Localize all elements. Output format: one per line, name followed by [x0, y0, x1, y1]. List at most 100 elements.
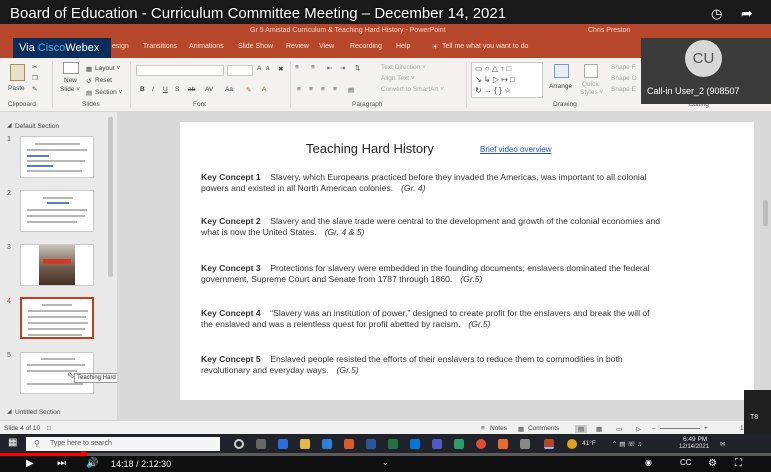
- reading-view-icon[interactable]: ▭: [616, 425, 622, 433]
- task-view-icon[interactable]: [256, 439, 266, 449]
- chapters-chevron-icon[interactable]: ⌄: [382, 458, 389, 467]
- volume-icon[interactable]: 🔊: [86, 458, 98, 469]
- shadow-icon[interactable]: S: [175, 86, 179, 93]
- reset-button[interactable]: Reset: [95, 77, 112, 84]
- font-color-icon[interactable]: A: [262, 86, 266, 93]
- underline-icon[interactable]: U: [163, 86, 168, 93]
- shrink-font-icon[interactable]: a: [266, 65, 270, 72]
- key-concept-4[interactable]: Key Concept 4 “Slavery was an institutio…: [201, 308, 661, 330]
- tab-animations[interactable]: Animations: [189, 43, 224, 50]
- video-player[interactable]: Gr 5 Amistad Curriculum & Teaching Hard …: [0, 0, 771, 472]
- font-family-select[interactable]: [136, 65, 224, 76]
- share-icon[interactable]: ➦: [741, 5, 753, 22]
- taskbar-search[interactable]: ⚲ Type here to search: [26, 437, 220, 451]
- key-concept-2[interactable]: Key Concept 2 Slavery and the slave trad…: [201, 216, 661, 238]
- shape-effects-button[interactable]: Shape E: [611, 86, 636, 93]
- key-concept-1[interactable]: Key Concept 1 Slavery, which Europeans p…: [201, 172, 661, 194]
- normal-view-icon[interactable]: ▤: [575, 425, 588, 433]
- subtitles-icon[interactable]: CC: [680, 458, 692, 467]
- decrease-indent-icon[interactable]: ⇤: [327, 64, 332, 72]
- increase-indent-icon[interactable]: ⇥: [340, 64, 345, 72]
- excel-icon[interactable]: [388, 439, 398, 449]
- quick-styles-dropdown[interactable]: Styles ˅: [580, 89, 603, 96]
- spellcheck-icon[interactable]: □: [47, 425, 51, 432]
- slide-thumbnail[interactable]: [20, 244, 94, 286]
- clock-time[interactable]: 6:49 PM: [683, 436, 707, 443]
- tab-transitions[interactable]: Transitions: [143, 43, 177, 50]
- grow-font-icon[interactable]: A: [257, 65, 261, 72]
- tab-help[interactable]: Help: [396, 43, 410, 50]
- shape-arrows-icon[interactable]: ↘ ↳ ▷ ↦ □: [475, 75, 515, 84]
- section-button[interactable]: Section ˅: [95, 89, 122, 96]
- arrange-button[interactable]: Arrange: [549, 83, 572, 90]
- convert-smartart-button[interactable]: Convert to SmartArt ˅: [381, 86, 444, 93]
- system-tray-icons[interactable]: ⌃ ▤ ☏ ♫: [612, 440, 642, 448]
- weather-temp[interactable]: 41°F: [582, 440, 596, 447]
- office-icon[interactable]: [344, 439, 354, 449]
- line-spacing-icon[interactable]: ⇅: [355, 64, 360, 72]
- thumbnail-scrollbar[interactable]: [108, 117, 113, 277]
- cut-icon[interactable]: ✂: [32, 63, 37, 71]
- next-video-icon[interactable]: ⏭: [57, 458, 66, 469]
- play-icon[interactable]: ▶: [26, 458, 34, 469]
- slideshow-icon[interactable]: ▷: [636, 425, 641, 433]
- columns-icon[interactable]: ▤: [348, 86, 354, 94]
- outlook-icon[interactable]: [410, 439, 420, 449]
- section-untitled[interactable]: Untitled Section: [15, 409, 61, 416]
- powerpoint-icon[interactable]: [544, 439, 554, 449]
- tab-design[interactable]: esign: [112, 43, 129, 50]
- shape-brackets-icon[interactable]: ↻ → { } ☆: [475, 86, 511, 95]
- clear-format-icon[interactable]: ✖: [278, 65, 283, 73]
- participant-video-tile[interactable]: CU Call-in User_2 (908507: [641, 38, 771, 104]
- bold-icon[interactable]: B: [140, 86, 145, 93]
- align-right-icon[interactable]: ≡: [321, 86, 325, 93]
- justify-icon[interactable]: ≡: [333, 86, 337, 93]
- change-case-icon[interactable]: Aa: [225, 86, 233, 93]
- quick-styles-button[interactable]: Quick: [582, 81, 599, 88]
- spacing-icon[interactable]: AV: [205, 86, 213, 93]
- mail-icon[interactable]: [322, 439, 332, 449]
- align-text-button[interactable]: Align Text ˅: [381, 75, 415, 82]
- numbering-icon[interactable]: ≡: [311, 64, 315, 71]
- notification-icon[interactable]: ✉: [720, 440, 725, 448]
- slide-thumbnail-active[interactable]: [20, 297, 94, 339]
- tell-me-search[interactable]: Tell me what you want to do: [442, 43, 528, 50]
- file-explorer-icon[interactable]: [300, 439, 310, 449]
- tab-slide-show[interactable]: Slide Show: [238, 43, 273, 50]
- align-center-icon[interactable]: ≡: [309, 86, 313, 93]
- text-direction-button[interactable]: Text Direction ˅: [381, 64, 426, 71]
- cortana-icon[interactable]: [234, 439, 244, 449]
- settings-gear-icon[interactable]: ⚙: [708, 458, 717, 469]
- slide-sorter-icon[interactable]: ▦: [596, 425, 602, 433]
- font-size-select[interactable]: [227, 65, 253, 76]
- autoplay-toggle-icon[interactable]: ◉: [645, 458, 652, 467]
- tab-review[interactable]: Review: [286, 43, 309, 50]
- video-title[interactable]: Board of Education - Curriculum Committe…: [10, 5, 506, 22]
- copy-icon[interactable]: ❐: [32, 74, 38, 82]
- app-icon[interactable]: [498, 439, 508, 449]
- shape-rectangle-icon[interactable]: ▭ ○ △ ↑ □: [475, 64, 511, 73]
- zoom-out-icon[interactable]: –: [652, 425, 656, 432]
- slide-thumbnail[interactable]: [20, 136, 94, 178]
- align-left-icon[interactable]: ≡: [297, 86, 301, 93]
- slide-4[interactable]: Teaching Hard History Brief video overvi…: [180, 122, 754, 400]
- fullscreen-icon[interactable]: ⛶: [735, 458, 742, 469]
- slide-title[interactable]: Teaching Hard History: [306, 141, 434, 156]
- zoom-in-icon[interactable]: +: [704, 425, 708, 432]
- strikethrough-icon[interactable]: ab: [188, 86, 195, 93]
- video-overview-link[interactable]: Brief video overview: [480, 145, 552, 154]
- comments-button[interactable]: Comments: [528, 425, 559, 432]
- collapse-icon[interactable]: ◢: [7, 408, 12, 415]
- shape-outline-button[interactable]: Shape O: [611, 75, 637, 82]
- clock-date[interactable]: 12/14/2021: [679, 444, 709, 450]
- app-icon[interactable]: [520, 439, 530, 449]
- italic-icon[interactable]: I: [152, 86, 154, 93]
- collapse-icon[interactable]: ◢: [7, 122, 12, 129]
- key-concept-5[interactable]: Key Concept 5 Enslaved people resisted t…: [201, 354, 661, 376]
- notes-button[interactable]: Notes: [490, 425, 507, 432]
- tab-view[interactable]: View: [319, 43, 334, 50]
- onenote-icon[interactable]: [454, 439, 464, 449]
- chrome-icon[interactable]: [476, 439, 486, 449]
- teams-icon[interactable]: [432, 439, 442, 449]
- key-concept-3[interactable]: Key Concept 3 Protections for slavery we…: [201, 263, 661, 285]
